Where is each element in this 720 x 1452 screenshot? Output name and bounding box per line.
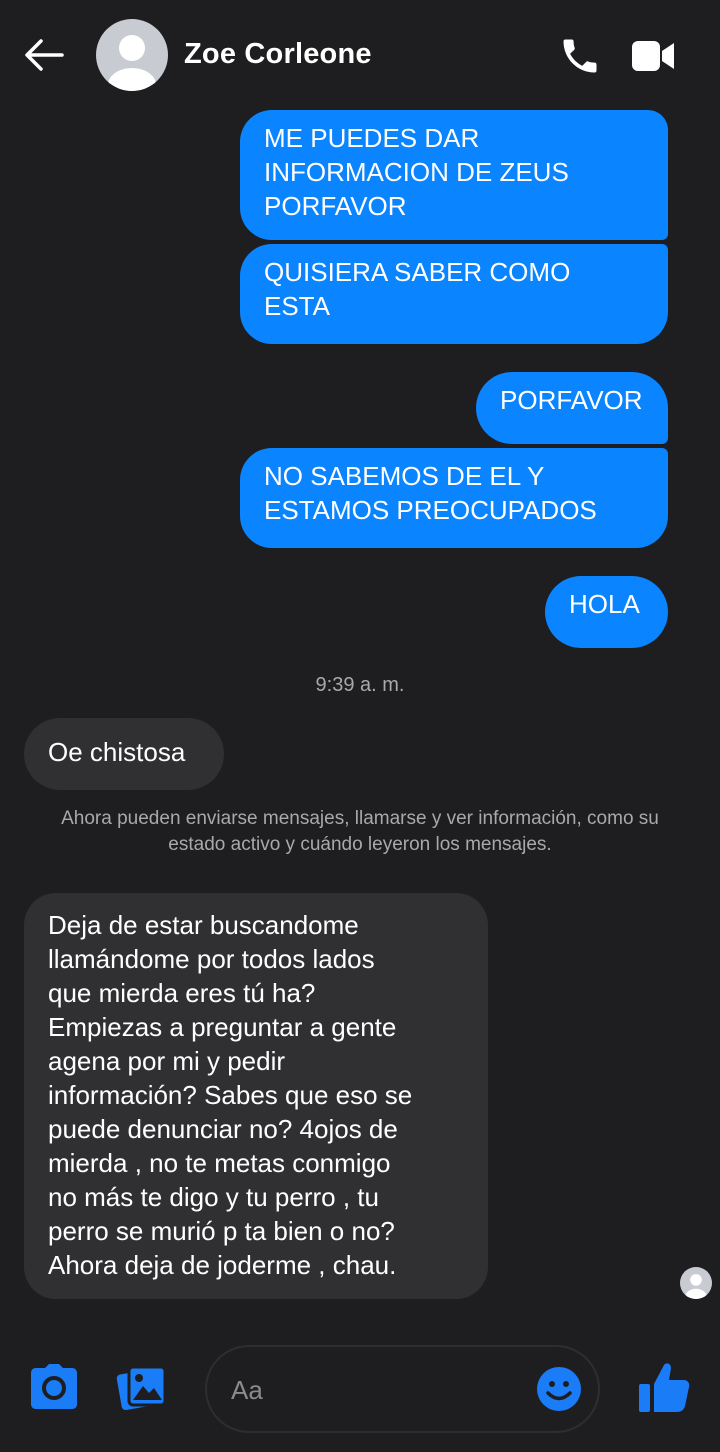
outgoing-message[interactable]: QUISIERA SABER COMO ESTA xyxy=(240,244,668,344)
video-camera-icon[interactable] xyxy=(630,38,676,74)
seen-avatar xyxy=(680,1267,712,1299)
thumbs-up-icon[interactable] xyxy=(636,1360,692,1414)
outgoing-message[interactable]: HOLA xyxy=(545,576,668,648)
message-input[interactable] xyxy=(229,1369,523,1411)
default-avatar-icon xyxy=(108,35,156,91)
outgoing-message[interactable]: PORFAVOR xyxy=(476,372,668,444)
outgoing-message[interactable]: ME PUEDES DAR INFORMACION DE ZEUS PORFAV… xyxy=(240,110,668,240)
gallery-icon[interactable] xyxy=(116,1362,168,1412)
message-input-box[interactable] xyxy=(205,1345,600,1433)
arrow-left-icon[interactable] xyxy=(20,34,66,76)
message-timestamp: 9:39 a. m. xyxy=(315,674,405,696)
phone-icon[interactable] xyxy=(558,34,602,78)
default-avatar-icon xyxy=(685,1274,707,1299)
incoming-message[interactable]: Deja de estar buscandome llamándome por … xyxy=(24,893,488,1299)
contact-avatar[interactable] xyxy=(96,19,168,91)
emoji-icon[interactable] xyxy=(535,1365,583,1413)
camera-icon[interactable] xyxy=(28,1362,80,1412)
connection-notice: Ahora pueden enviarse mensajes, llamarse… xyxy=(61,808,659,855)
outgoing-message[interactable]: NO SABEMOS DE EL Y ESTAMOS PREOCUPADOS xyxy=(240,448,668,548)
contact-name[interactable]: Zoe Corleone xyxy=(184,38,372,71)
chat-header: Zoe Corleone xyxy=(0,0,720,110)
incoming-message[interactable]: Oe chistosa xyxy=(24,718,224,790)
